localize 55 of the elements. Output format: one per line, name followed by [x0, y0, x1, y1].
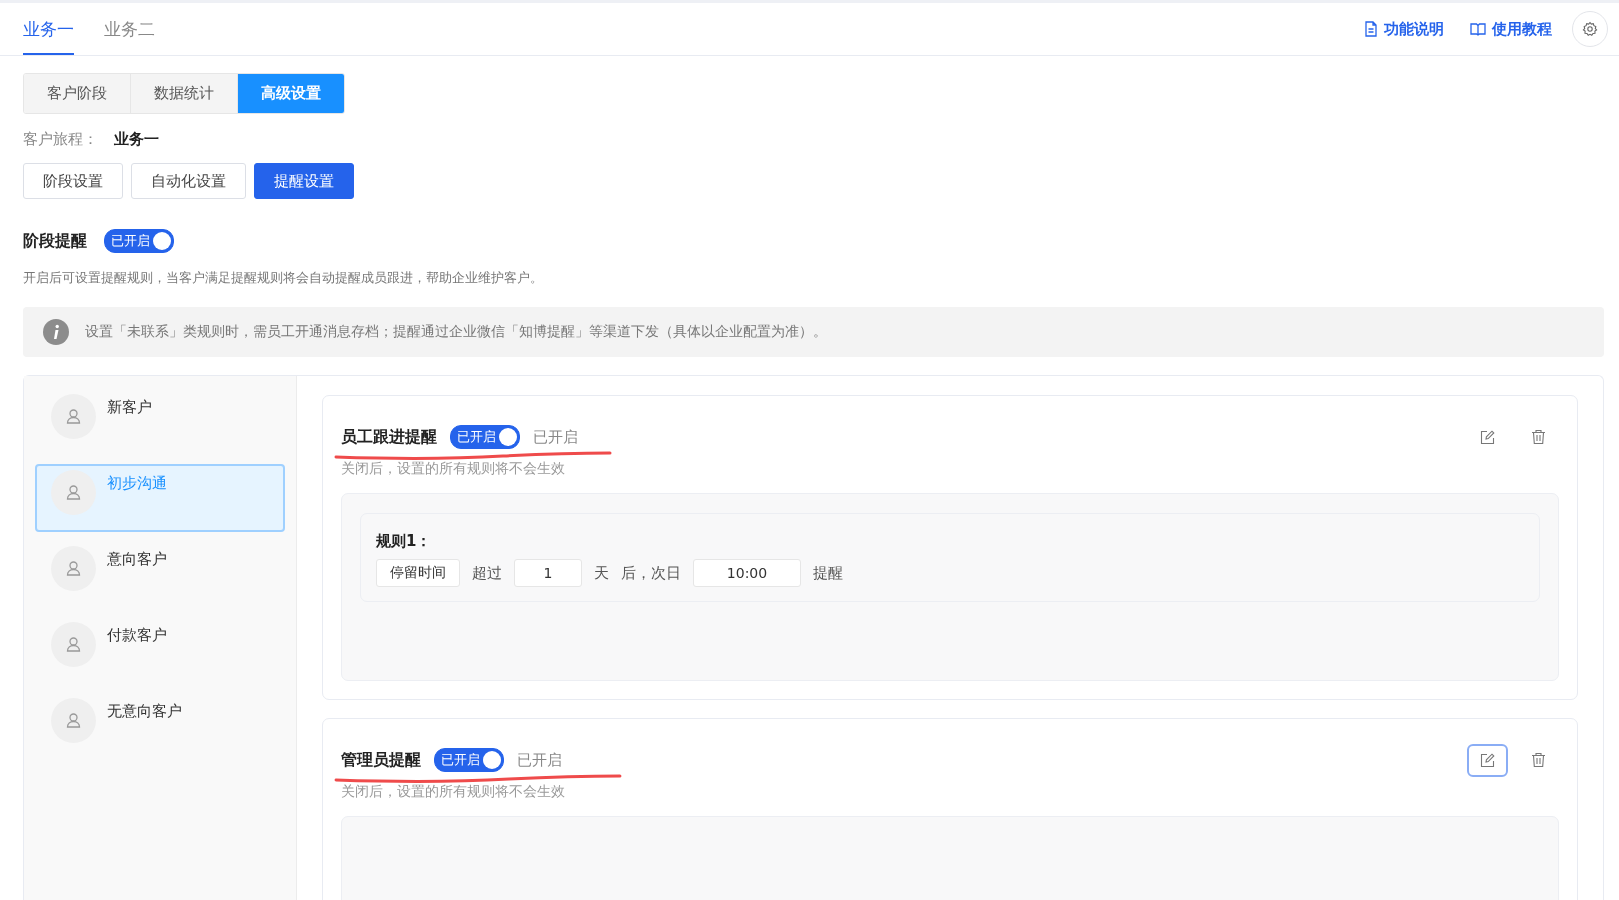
edit-icon	[1480, 429, 1495, 445]
settings-button[interactable]	[1572, 11, 1608, 47]
settings-icon	[1582, 21, 1598, 37]
delete-icon	[1531, 429, 1546, 445]
description-text: 开启后可设置提醒规则，当客户满足提醒规则将会自动提醒成员跟进，帮助企业维护客户。	[23, 269, 544, 287]
notice-text: 设置「未联系」类规则时，需员工开通消息存档；提醒通过企业微信「知博提醒」等渠道下发（具体以企业配置为准）。	[85, 323, 827, 341]
section-title: 阶段提醒	[23, 230, 87, 252]
stage-item[interactable]: 新客户	[35, 388, 285, 456]
edit-button[interactable]	[1467, 743, 1508, 777]
document-icon	[1364, 21, 1378, 37]
rule-text: 后，次日	[621, 563, 681, 583]
book-icon	[1470, 22, 1486, 36]
stage-item[interactable]: 付款客户	[35, 616, 285, 684]
journey-value: 业务一	[114, 130, 159, 149]
card-hint: 关闭后，设置的所有规则将不会生效	[341, 783, 566, 801]
rule-text: 提醒	[813, 563, 843, 583]
stage-name: 无意向客户	[107, 702, 182, 722]
card-hint: 关闭后，设置的所有规则将不会生效	[341, 460, 566, 478]
stage-name: 新客户	[107, 398, 152, 418]
header-link[interactable]: 使用教程	[1470, 19, 1552, 39]
stage-item[interactable]: 无意向客户	[35, 692, 285, 760]
header-link[interactable]: 功能说明	[1364, 19, 1444, 39]
rule-title: 规则1：	[376, 532, 433, 551]
card-title: 员工跟进提醒	[341, 426, 437, 448]
view-tab[interactable]: 数据统计	[131, 74, 238, 113]
delete-icon	[1531, 752, 1546, 768]
toggle-switch[interactable]: 已开启	[450, 425, 520, 449]
status-text: 已开启	[533, 427, 578, 447]
status-text: 已开启	[517, 750, 562, 770]
stage-name: 意向客户	[107, 550, 167, 570]
avatar-icon	[51, 470, 96, 515]
edit-icon	[1480, 752, 1495, 768]
avatar-icon	[51, 698, 96, 743]
settings-tab[interactable]: 自动化设置	[131, 163, 246, 199]
stage-name: 付款客户	[107, 626, 167, 646]
rule-text: 天	[594, 563, 609, 583]
toggle-switch[interactable]: 已开启	[104, 229, 174, 253]
journey-label: 客户旅程：	[23, 130, 98, 149]
settings-tab[interactable]: 阶段设置	[23, 163, 123, 199]
condition-select[interactable]: 停留时间	[376, 559, 460, 587]
toggle-switch[interactable]: 已开启	[434, 748, 504, 772]
settings-tab[interactable]: 提醒设置	[254, 163, 354, 199]
card-title: 管理员提醒	[341, 749, 421, 771]
avatar-icon	[51, 622, 96, 667]
stage-name: 初步沟通	[107, 474, 167, 494]
avatar-icon	[51, 546, 96, 591]
top-tab[interactable]: 业务二	[104, 3, 155, 55]
days-field[interactable]: 1	[514, 559, 582, 587]
rule-text: 超过	[472, 563, 502, 583]
top-tab[interactable]: 业务一	[23, 3, 74, 55]
avatar-icon	[51, 394, 96, 439]
view-tab[interactable]: 客户阶段	[24, 74, 131, 113]
stage-item[interactable]: 意向客户	[35, 540, 285, 608]
info-icon	[43, 319, 69, 345]
time-field[interactable]: 10:00	[693, 559, 801, 587]
